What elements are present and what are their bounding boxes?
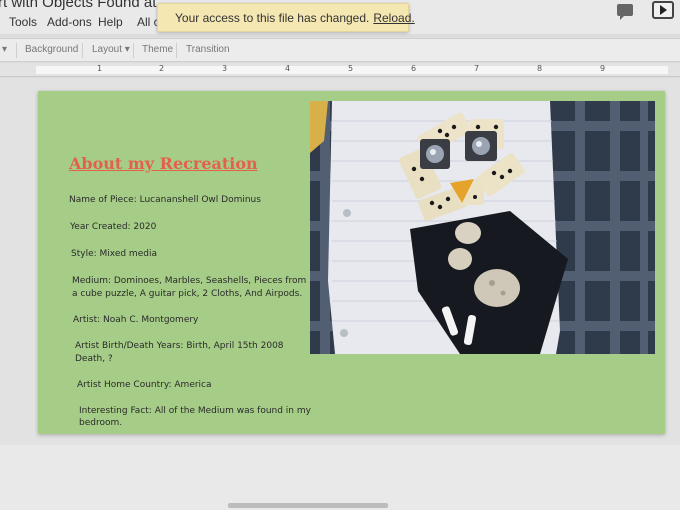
info-home-country[interactable]: Artist Home Country: America — [77, 379, 212, 392]
present-icon[interactable] — [652, 1, 674, 19]
background-button[interactable]: Background — [25, 44, 78, 55]
ruler-mark: 5 — [348, 64, 354, 73]
artwork-photo[interactable] — [310, 101, 655, 354]
toolbar-divider — [176, 43, 177, 58]
info-interesting-fact-line-2[interactable]: bedroom. — [79, 417, 122, 430]
comment-icon[interactable] — [617, 4, 633, 20]
ruler-mark: 2 — [159, 64, 165, 73]
horizontal-scrollbar[interactable] — [228, 503, 388, 508]
slide[interactable]: About my Recreation Name of Piece: Lucan… — [38, 91, 665, 434]
menu-add-ons[interactable]: Add-ons — [47, 15, 92, 29]
chevron-down-icon: ▾ — [122, 44, 130, 55]
layout-button[interactable]: Layout ▾ — [92, 44, 130, 55]
artwork-illustration — [310, 101, 655, 354]
info-name-of-piece[interactable]: Name of Piece: Lucananshell Owl Dominus — [69, 194, 261, 207]
info-birth-death-line-2[interactable]: Death, ? — [75, 353, 113, 366]
notification-message: Your access to this file has changed. — [175, 11, 370, 25]
horizontal-ruler: 1 2 3 4 5 6 7 8 9 — [0, 63, 680, 77]
theme-button[interactable]: Theme — [142, 44, 173, 55]
ruler-mark: 4 — [285, 64, 291, 73]
slide-title[interactable]: About my Recreation — [69, 154, 258, 173]
filmstrip-area — [0, 445, 680, 510]
info-medium-line-2[interactable]: a cube puzzle, A guitar pick, 2 Cloths, … — [72, 288, 302, 301]
info-medium-line-1[interactable]: Medium: Dominoes, Marbles, Seashells, Pi… — [72, 275, 306, 288]
ruler-mark: 1 — [97, 64, 103, 73]
transition-button[interactable]: Transition — [186, 44, 230, 55]
ruler-mark: 6 — [411, 64, 417, 73]
ruler-mark: 8 — [537, 64, 543, 73]
toolbar: ▾ Background Layout ▾ Theme Transition — [0, 38, 680, 62]
reload-link[interactable]: Reload. — [373, 11, 414, 25]
document-title[interactable]: rt with Objects Found at — [0, 0, 156, 11]
info-artist[interactable]: Artist: Noah C. Montgomery — [73, 314, 198, 327]
access-notification: Your access to this file has changed. Rel… — [157, 3, 415, 32]
info-style[interactable]: Style: Mixed media — [71, 248, 157, 261]
toolbar-divider — [16, 43, 17, 58]
menu-tools[interactable]: Tools — [9, 15, 37, 29]
toolbar-divider — [82, 43, 83, 58]
ruler-mark: 9 — [600, 64, 606, 73]
menu-help[interactable]: Help — [98, 15, 123, 29]
layout-label: Layout — [92, 44, 123, 55]
dropdown-arrow-icon[interactable]: ▾ — [2, 44, 7, 55]
toolbar-divider — [133, 43, 134, 58]
info-birth-death-line-1[interactable]: Artist Birth/Death Years: Birth, April 1… — [75, 340, 284, 353]
ruler-mark: 7 — [474, 64, 480, 73]
ruler-mark: 3 — [222, 64, 228, 73]
info-year-created[interactable]: Year Created: 2020 — [70, 221, 156, 234]
